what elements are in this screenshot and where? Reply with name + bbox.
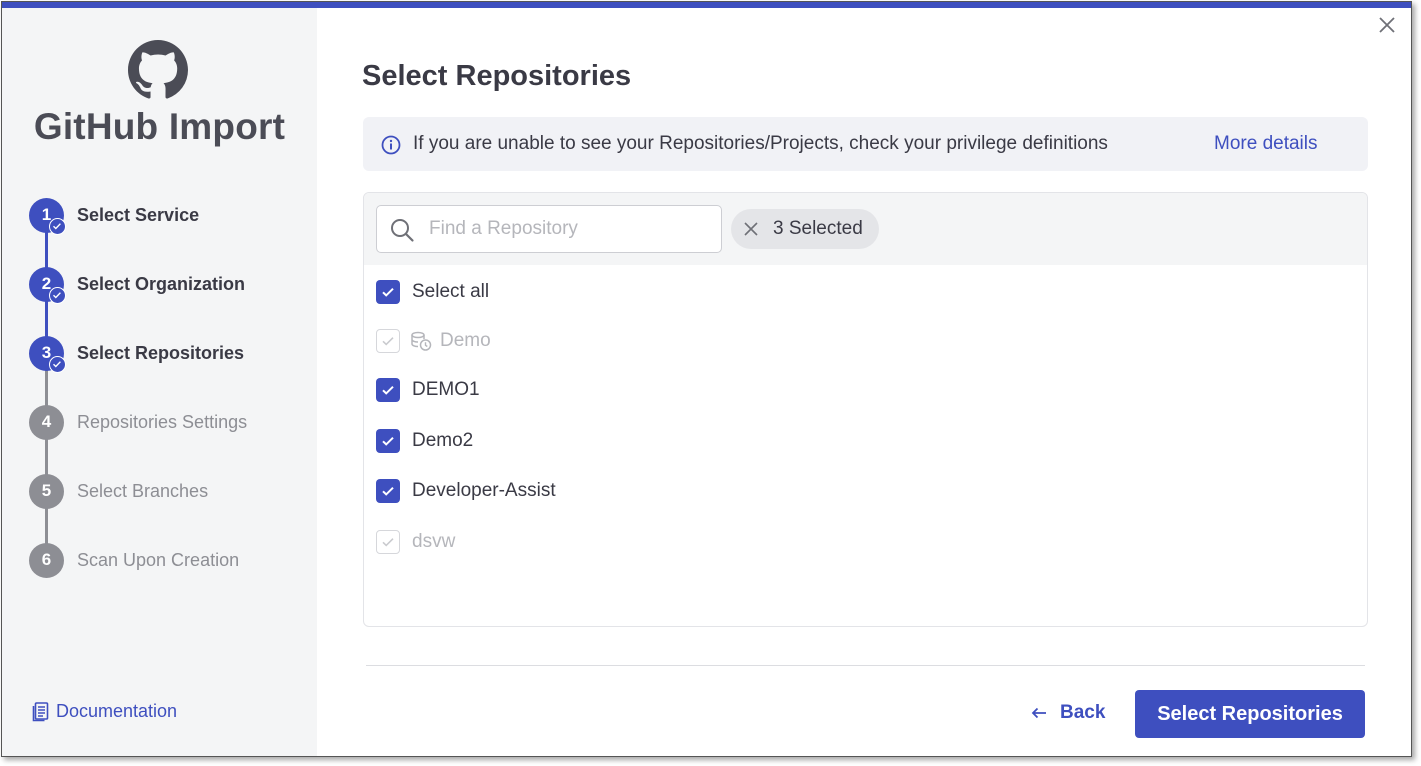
- select-all-checkbox[interactable]: [376, 280, 400, 304]
- wizard-sidebar: GitHub Import 1 Select Service 2 Select …: [2, 8, 317, 756]
- info-text: If you are unable to see your Repositori…: [413, 133, 1108, 154]
- repository-panel: 3 Selected Select all: [363, 192, 1368, 627]
- step-select-repositories: 3 Select Repositories: [29, 336, 309, 373]
- select-all-row[interactable]: Select all: [376, 279, 1276, 305]
- step-label: Scan Upon Creation: [77, 550, 240, 570]
- list-item: dsvw: [376, 529, 1276, 555]
- step-select-organization: 2 Select Organization: [29, 267, 309, 304]
- selected-count-label: 3 Selected: [773, 218, 863, 239]
- document-icon: [32, 701, 49, 721]
- repo-checkbox[interactable]: [376, 378, 400, 402]
- info-icon: [381, 135, 401, 155]
- check-icon: [49, 356, 66, 373]
- page-title: Select Repositories: [362, 60, 632, 92]
- step-repositories-settings: 4 Repositories Settings: [29, 405, 309, 441]
- repo-name: dsvw: [412, 531, 456, 552]
- step-number: 5: [29, 474, 64, 509]
- list-item[interactable]: Demo2: [376, 428, 1276, 454]
- documentation-link[interactable]: Documentation: [32, 701, 177, 722]
- import-dialog: GitHub Import 1 Select Service 2 Select …: [1, 1, 1412, 757]
- check-icon: [49, 287, 66, 304]
- list-item[interactable]: DEMO1: [376, 377, 1276, 403]
- list-item: Demo: [376, 328, 1276, 354]
- github-icon: [128, 40, 188, 99]
- select-repositories-button[interactable]: Select Repositories: [1135, 690, 1365, 738]
- database-clock-icon: [410, 330, 432, 352]
- step-label: Repositories Settings: [77, 412, 248, 432]
- list-item[interactable]: Developer-Assist: [376, 478, 1276, 504]
- step-number: 4: [29, 405, 64, 440]
- repo-name: Developer-Assist: [412, 480, 556, 501]
- info-banner: If you are unable to see your Repositori…: [363, 117, 1368, 171]
- check-icon: [49, 218, 66, 235]
- close-icon[interactable]: [1376, 14, 1398, 36]
- search-box: [376, 205, 722, 253]
- search-input[interactable]: [429, 214, 709, 244]
- repo-checkbox-disabled: [376, 329, 400, 353]
- back-button[interactable]: Back: [1030, 702, 1105, 724]
- repo-name: DEMO1: [412, 379, 480, 400]
- step-label: Select Branches: [77, 481, 209, 501]
- step-connector-pending: [45, 356, 48, 563]
- repo-name: Demo: [440, 330, 491, 351]
- repo-checkbox[interactable]: [376, 479, 400, 503]
- select-all-label: Select all: [412, 281, 490, 302]
- step-number: 6: [29, 543, 64, 578]
- app-title: GitHub Import: [33, 106, 286, 147]
- step-scan-upon-creation: 6 Scan Upon Creation: [29, 543, 309, 579]
- step-select-service: 1 Select Service: [29, 198, 309, 235]
- repo-checkbox[interactable]: [376, 429, 400, 453]
- back-label: Back: [1060, 702, 1106, 723]
- footer-divider: [366, 665, 1365, 666]
- repo-name: Demo2: [412, 430, 474, 451]
- search-icon: [391, 219, 414, 242]
- step-label: Select Service: [77, 205, 200, 225]
- repository-panel-header: 3 Selected: [364, 193, 1367, 265]
- arrow-left-icon: [1031, 707, 1046, 719]
- step-label: Select Organization: [77, 274, 246, 294]
- step-label: Select Repositories: [77, 343, 245, 363]
- repo-checkbox-disabled: [376, 530, 400, 554]
- clear-selection-icon[interactable]: [743, 221, 759, 237]
- documentation-label: Documentation: [56, 701, 178, 721]
- step-select-branches: 5 Select Branches: [29, 474, 309, 510]
- selected-count-chip: 3 Selected: [731, 209, 879, 249]
- more-details-link[interactable]: More details: [1214, 133, 1318, 155]
